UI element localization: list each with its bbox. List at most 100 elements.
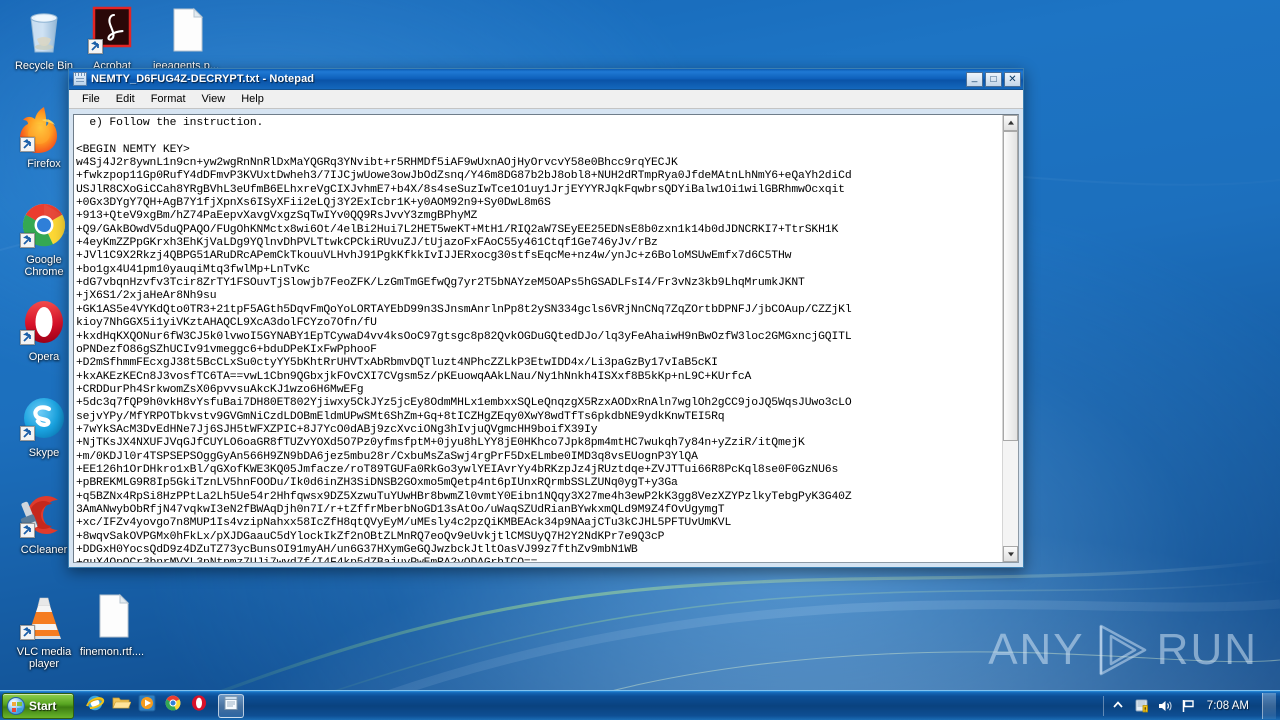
editor-line: +xc/IFZv4yovgo7n8MUP1Is4vzipNahxx58IcZfH… [76,517,732,530]
scroll-up-button[interactable] [1003,115,1018,131]
action-center-icon[interactable] [1134,698,1150,714]
anyrun-watermark: ANY RUN [988,622,1258,678]
editor-line: oPNDezfO86gSZhUCIv91vmeggc6+bduDPeKIxFwP… [76,343,377,356]
shortcut-overlay-icon [20,137,35,152]
shortcut-overlay-icon [20,330,35,345]
watermark-text-right: RUN [1156,625,1258,674]
network-flag-icon[interactable] [1180,698,1196,714]
editor-line: +JVl1C9X2Rkzj4QBPG51ARuDRcAPemCkTkouuVLH… [76,250,792,263]
editor-line: +kxAKEzKECn8J3vosfTC6TA==vwL1Cbn9QGbxjkF… [76,370,752,383]
editor-line: +m/0KDJl0r4TSPSEPSOggGyAn566H9ZN9bDA6jez… [76,450,698,463]
menu-file[interactable]: File [75,91,107,107]
notepad-icon [223,695,239,716]
desktop-icon-acrobat[interactable]: Acrobat [76,6,148,72]
volume-icon[interactable] [1157,698,1173,714]
window-titlebar[interactable]: NEMTY_D6FUG4Z-DECRYPT.txt - Notepad _ □ … [69,69,1023,90]
minimize-glyph: _ [971,71,978,83]
vlc-icon [8,592,80,642]
desktop-icon-label: VLC media player [16,646,72,670]
start-label: Start [29,698,57,713]
notepad-window: NEMTY_D6FUG4Z-DECRYPT.txt - Notepad _ □ … [68,68,1024,568]
shortcut-overlay-icon [20,625,35,640]
editor-line: +quX4OpQCr3bnrMVYL3pNtpmz7UJi7wvd7f/I4F4… [76,557,1002,562]
desktop-icon-finemon-rtf[interactable]: finemon.rtf.... [76,592,148,658]
editor-line: +EE126h1OrDHkro1xBl/qGXofKWE3KQ05Jmfaczе… [76,463,839,476]
shortcut-overlay-icon [20,426,35,441]
taskbar: Start 7:08 AM [0,690,1280,720]
editor-area: e) Follow the instruction. <BEGIN NEMTY … [73,114,1019,563]
scroll-down-button[interactable] [1003,546,1018,562]
text-file-icon [150,6,222,56]
shortcut-overlay-icon [88,39,103,54]
desktop-icon-ieeagents[interactable]: ieeagents.p... [150,6,222,72]
close-button[interactable]: ✕ [1004,71,1021,87]
editor-line: +bo1gx4U41pm10yauqiMtq3fwlMp+LnTvKc [76,263,310,276]
editor-line: +kxdHqKXQONur6fW3CJ5k0lvwoI5GYNABY1EpTCy… [76,330,852,343]
editor-line: +5dc3q7fQP9h0vkH8vYsfuBai7DH80ET802Yjiwx… [76,397,852,410]
editor-line: e) Follow the instruction. [76,117,264,129]
watermark-text-left: ANY [988,625,1085,674]
menu-edit[interactable]: Edit [109,91,142,107]
text-editor[interactable]: e) Follow the instruction. <BEGIN NEMTY … [74,115,1002,562]
taskbar-clock[interactable]: 7:08 AM [1203,700,1253,712]
windows-orb-icon [7,696,25,715]
menu-view[interactable]: View [195,91,233,107]
scrollbar-track[interactable] [1003,131,1018,546]
menu-help[interactable]: Help [234,91,271,107]
taskbar-task-notepad[interactable] [218,693,244,718]
editor-line: +q5BZNx4RpSi8HzPPtLa2Lh5Ue54r2Hhfqwsx9DZ… [76,490,852,503]
editor-line: w4Sj4J2r8ywnL1n9cn+yw2wgRnNnRlDxMaYQGRq3… [76,157,678,170]
desktop-icon-label: finemon.rtf.... [79,646,145,658]
vertical-scrollbar[interactable] [1002,115,1018,562]
media-player-icon [137,693,157,718]
editor-line: +pBREKMLG9R8Ip5GkiTznLV5hnFOODu/Ik0d6inZ… [76,477,678,490]
scrollbar-thumb[interactable] [1003,131,1018,441]
quick-launch-bar [84,693,210,718]
start-button[interactable]: Start [2,692,74,719]
quick-launch-internet-explorer[interactable] [84,695,106,717]
editor-line: USJlR8CXoGiCCah8YRgBVhL3eUfmB6ELhxreVgCI… [76,183,845,196]
ie-icon [85,693,105,718]
acrobat-icon [76,6,148,56]
text-file-icon [76,592,148,642]
shortcut-overlay-icon [20,523,35,538]
close-icon: ✕ [1008,73,1017,85]
show-desktop-button[interactable] [1262,692,1276,719]
menu-format[interactable]: Format [144,91,193,107]
editor-line: +4eyKmZZPpGKrxh3EhKjVaLDg9YQlnvDhPVLTtwk… [76,237,658,250]
window-controls: _ □ ✕ [966,71,1021,87]
editor-line: +fwkzpop11Gp0RufY4dDFmvP3KVUxtDwheh3/7IJ… [76,170,852,183]
desktop-icon-recycle-bin[interactable]: Recycle Bin [8,6,80,72]
editor-line: +CRDDurPh4SrkwomZsX06pvvsuAkcKJ1wzo6H6Mw… [76,383,364,396]
minimize-button[interactable]: _ [966,71,983,87]
editor-line: +D2mSfhmmFEcxgJ38t5BcCLxSu0ctyYY5bKhtRrU… [76,357,718,370]
quick-launch-chrome[interactable] [162,695,184,717]
system-tray: 7:08 AM [1102,691,1280,720]
quick-launch-media-player[interactable] [136,693,158,718]
quick-launch-windows-explorer[interactable] [110,695,132,717]
shortcut-overlay-icon [20,233,35,248]
maximize-button[interactable]: □ [985,71,1002,87]
show-hidden-icons-button[interactable] [1111,698,1127,714]
window-title: NEMTY_D6FUG4Z-DECRYPT.txt - Notepad [91,73,315,85]
chrome-icon [163,693,183,718]
desktop-icon-vlc[interactable]: VLC media player [8,592,80,670]
quick-launch-opera[interactable] [188,695,210,717]
editor-line: +GK1AS5e4VYKdQto0TR3+21tpF5AGth5DqvFmQoY… [76,303,852,316]
editor-line: kioy7NhGGX5i1yiVKztAHAQCL9XcA3dolFCYzo7O… [76,317,377,330]
editor-line: +dG7vbqnHzvfv3Tcir8ZrTY1FSOuvTjSlowjb7Fe… [76,277,805,290]
editor-line: <BEGIN NEMTY KEY> [76,143,190,156]
editor-line: sejvYPy/MfYRPOTbkvstv9GVGmNiCzdLDOBmEldm… [76,410,725,423]
editor-line: +NjTKsJX4NXUFJVqGJfCUYLO6oaGR8fTUZvYOXd5… [76,437,805,450]
editor-line: +0Gx3DYgY7QH+AgB7Y1fjXpnXs6ISyXFii2eLQj3… [76,197,551,210]
editor-line: +DDGxH0YocsQdD9z4DZuTZ73ycBunsOI91myAH/u… [76,544,638,556]
editor-line: +913+QteV9xgBm/hZ74PaEepvXavgVxgzSqTwIYv… [76,210,478,223]
play-triangle-icon [1091,622,1151,678]
editor-line: +Q9/GAkBOwdV5duQPAQO/FUgOhKNMctx8wi6Ot/4… [76,223,839,236]
opera-icon [189,693,209,718]
editor-line: +jX6S1/2xjaHeAr8Nh9su [76,290,217,303]
editor-line: 3AmANwybObRfjN47vqkwI3eN2fBWAqDjh0n7I/r+… [76,503,725,516]
menu-bar: File Edit Format View Help [69,90,1023,109]
notepad-icon [73,72,87,86]
